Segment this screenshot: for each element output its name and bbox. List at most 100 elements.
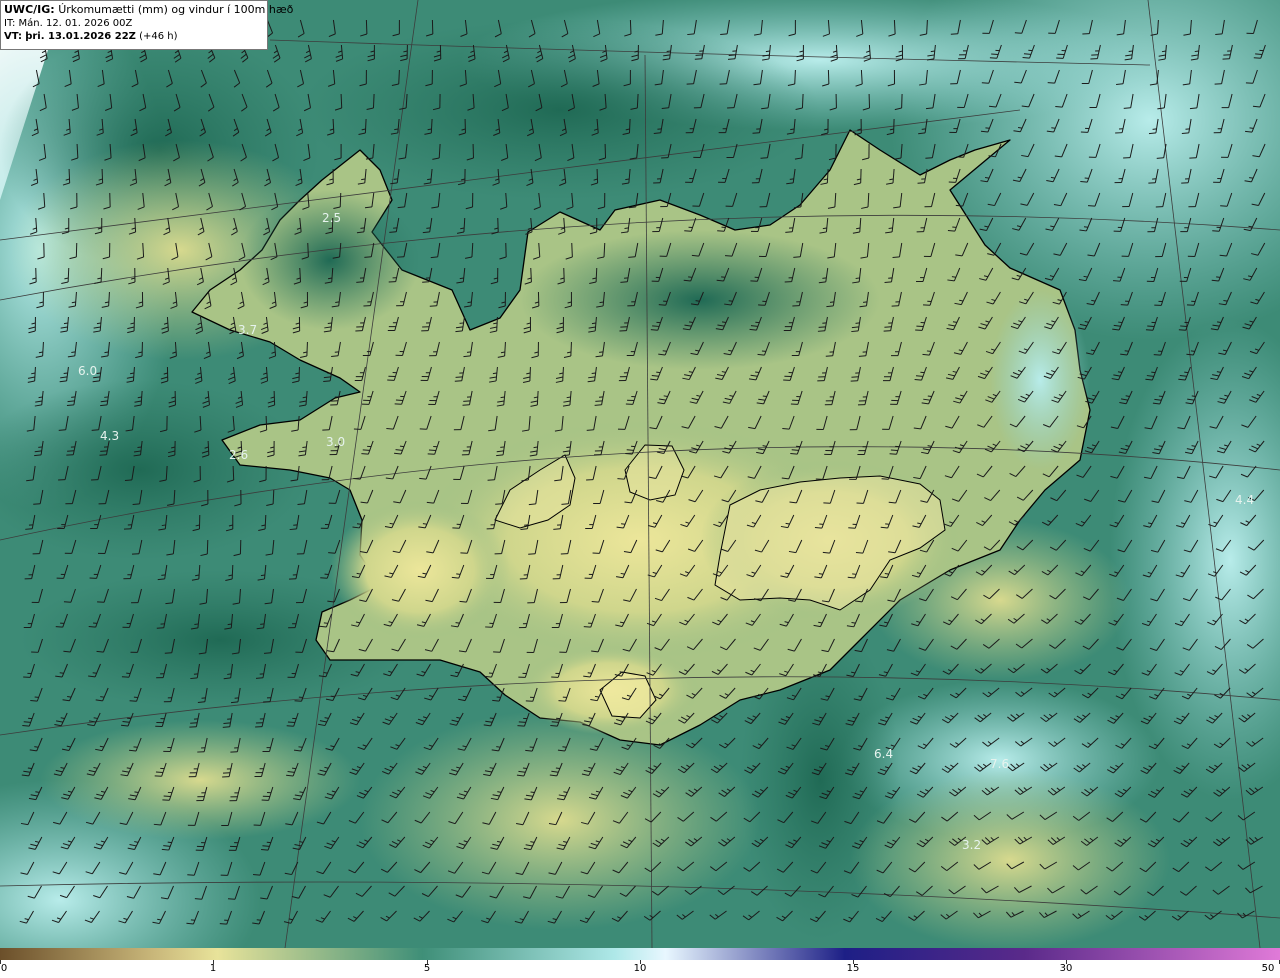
wind-barb-flag bbox=[356, 523, 362, 525]
wind-barb-flag bbox=[459, 600, 467, 603]
wind-barb-flag bbox=[104, 351, 109, 354]
wind-barb-flag bbox=[555, 767, 560, 770]
wind-barb-flag bbox=[323, 380, 331, 383]
wind-barb-flag bbox=[721, 321, 727, 323]
wind-barb-flag bbox=[91, 429, 99, 431]
wind-barb-flag bbox=[915, 375, 924, 377]
wind-barb-flag bbox=[1191, 395, 1196, 397]
wind-barb-flag bbox=[364, 256, 372, 258]
wind-barb-flag bbox=[553, 528, 561, 530]
wind-barb-flag bbox=[760, 157, 768, 159]
wind-barb-flag bbox=[1083, 226, 1088, 228]
wind-barb-flag bbox=[720, 33, 728, 36]
wind-barb-flag bbox=[222, 726, 230, 728]
wind-barb-flag bbox=[361, 178, 366, 181]
field-yellow-se bbox=[850, 770, 1170, 948]
wind-barb-flag bbox=[755, 371, 760, 374]
wind-barb-flag bbox=[1255, 53, 1263, 55]
wind-barb-flag bbox=[728, 349, 733, 352]
wind-barb-flag bbox=[981, 82, 989, 84]
wind-barb-flag bbox=[1178, 329, 1186, 331]
wind-barb-flag bbox=[1249, 177, 1254, 179]
wind-barb-staff bbox=[596, 168, 599, 184]
wind-barb-flag bbox=[666, 50, 671, 52]
wind-barb-flag bbox=[58, 429, 66, 431]
wind-barb-flag bbox=[389, 522, 394, 525]
wind-barb-flag bbox=[96, 322, 101, 325]
wind-barb-staff bbox=[562, 366, 564, 382]
wind-barb-flag bbox=[1180, 325, 1188, 327]
wind-barb-flag bbox=[727, 58, 736, 60]
wind-barb-flag bbox=[599, 301, 604, 304]
wind-barb-flag bbox=[99, 454, 107, 456]
wind-barb-flag bbox=[260, 574, 265, 577]
wind-barb-flag bbox=[323, 672, 328, 674]
wind-barb-flag bbox=[360, 227, 365, 229]
wind-barb-flag bbox=[1124, 350, 1129, 352]
wind-barb-flag bbox=[484, 675, 492, 678]
wind-barb-flag bbox=[724, 255, 733, 257]
wind-barb-flag bbox=[984, 177, 990, 179]
wind-barb-flag bbox=[492, 699, 500, 702]
wind-barb-staff bbox=[571, 242, 573, 258]
wind-barb-flag bbox=[884, 573, 889, 575]
wind-barb-flag bbox=[30, 699, 38, 702]
wind-barb-flag bbox=[922, 353, 930, 356]
map-info-box: UWC/IG: Úrkomumætti (mm) og vindur í 100… bbox=[0, 0, 293, 50]
wind-barb-flag bbox=[302, 446, 307, 448]
wind-barb-flag bbox=[137, 446, 142, 449]
wind-barb-flag bbox=[96, 372, 101, 374]
wind-barb-flag bbox=[551, 721, 559, 723]
wind-barb-flag bbox=[327, 322, 332, 325]
wind-barb-flag bbox=[126, 767, 131, 769]
wind-barb-staff bbox=[794, 69, 796, 85]
wind-barb-flag bbox=[462, 404, 470, 406]
wind-barb-flag bbox=[335, 301, 340, 303]
wind-barb-flag bbox=[525, 749, 533, 752]
wind-barb-staff bbox=[629, 19, 632, 35]
source-label: UWC/IG: bbox=[4, 3, 55, 16]
wind-barb-staff bbox=[265, 415, 268, 431]
wind-barb-staff bbox=[530, 267, 532, 283]
wind-barb-flag bbox=[950, 33, 958, 35]
wind-barb-flag bbox=[822, 227, 827, 230]
init-time: IT: Mán. 12. 01. 2026 00Z bbox=[4, 18, 133, 29]
wind-barb-flag bbox=[1156, 157, 1164, 159]
wind-barb-flag bbox=[500, 396, 505, 399]
wind-barb-flag bbox=[393, 178, 398, 180]
wind-barb-flag bbox=[930, 50, 935, 53]
wind-barb-flag bbox=[951, 276, 956, 278]
wind-barb-flag bbox=[914, 378, 922, 381]
wind-barb-flag bbox=[356, 281, 364, 283]
wind-barb-flag bbox=[67, 400, 75, 403]
wind-barb-flag bbox=[467, 301, 472, 304]
wind-barb-flag bbox=[33, 503, 41, 505]
wind-barb-flag bbox=[299, 791, 304, 793]
wind-barb-staff bbox=[232, 465, 235, 481]
wind-barb-flag bbox=[586, 429, 594, 431]
wind-barb-flag bbox=[34, 746, 39, 748]
wind-barb-staff bbox=[364, 118, 367, 134]
wind-barb-flag bbox=[1023, 53, 1031, 55]
wind-barb-flag bbox=[952, 321, 957, 323]
wind-barb-flag bbox=[765, 50, 770, 53]
wind-barb-flag bbox=[790, 453, 798, 455]
wind-barb-flag bbox=[67, 696, 72, 698]
wind-barb-staff bbox=[339, 192, 342, 208]
wind-barb-staff bbox=[398, 69, 400, 85]
wind-barb-flag bbox=[1181, 132, 1189, 135]
wind-barb-flag bbox=[394, 128, 399, 131]
wind-barb-staff bbox=[231, 564, 234, 580]
wind-barb-flag bbox=[261, 849, 269, 851]
wind-barb-flag bbox=[884, 281, 892, 284]
wind-barb-flag bbox=[260, 623, 265, 625]
wind-barb-flag bbox=[717, 230, 725, 232]
wind-barb-staff bbox=[570, 341, 572, 357]
valid-label: VT: bbox=[4, 31, 23, 42]
wind-barb-flag bbox=[22, 724, 30, 727]
wind-barb-flag bbox=[66, 404, 74, 407]
wind-barb-flag bbox=[587, 672, 592, 674]
wind-barb-flag bbox=[588, 717, 593, 719]
wind-barb-flag bbox=[93, 717, 98, 719]
wind-barb-flag bbox=[60, 717, 65, 719]
